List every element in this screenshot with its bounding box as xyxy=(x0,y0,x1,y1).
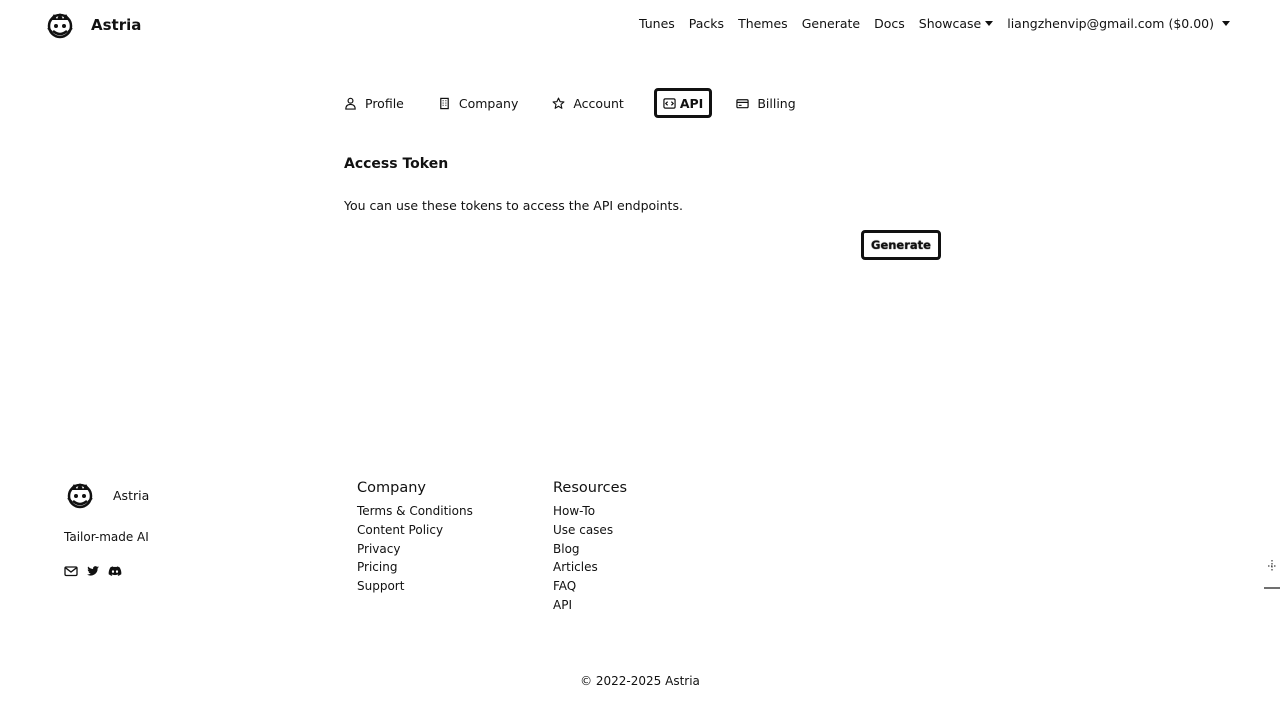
footer-link-how-to[interactable]: How-To xyxy=(553,502,627,521)
brand-link[interactable]: Astria xyxy=(44,10,141,40)
copyright: © 2022-2025 Astria xyxy=(580,674,700,688)
footer-resources-column: Resources How-To Use cases Blog Articles… xyxy=(553,480,627,615)
tab-company[interactable]: Company xyxy=(434,88,522,118)
navbar: Astria Tunes Packs Themes Generate Docs … xyxy=(0,0,1280,46)
nav-showcase-label: Showcase xyxy=(918,16,982,31)
chevron-down-icon xyxy=(1222,21,1230,26)
footer-brand-link[interactable]: Astria xyxy=(64,480,149,510)
social-links xyxy=(64,564,130,578)
tab-api-label: API xyxy=(679,95,704,111)
twitter-icon[interactable] xyxy=(86,564,100,578)
astria-logo-icon xyxy=(44,10,76,40)
footer-link-support[interactable]: Support xyxy=(357,577,473,596)
footer: Astria Tailor-made AI Company Terms & Co… xyxy=(0,476,1280,704)
discord-icon[interactable] xyxy=(108,564,122,578)
nav-themes[interactable]: Themes xyxy=(738,16,788,31)
footer-link-privacy[interactable]: Privacy xyxy=(357,540,473,559)
tab-billing[interactable]: Billing xyxy=(732,88,799,118)
tab-profile-label: Profile xyxy=(365,95,404,111)
mail-icon[interactable] xyxy=(64,564,78,578)
account-dropdown[interactable]: liangzhenvip@gmail.com ($0.00) xyxy=(1007,16,1230,31)
footer-company-column: Company Terms & Conditions Content Polic… xyxy=(357,480,473,596)
footer-company-heading: Company xyxy=(357,480,426,496)
page: Astria Tunes Packs Themes Generate Docs … xyxy=(0,0,1280,704)
footer-link-pricing[interactable]: Pricing xyxy=(357,558,473,577)
footer-link-terms[interactable]: Terms & Conditions xyxy=(357,502,473,521)
nav-tunes[interactable]: Tunes xyxy=(639,16,675,31)
nav-packs[interactable]: Packs xyxy=(689,16,724,31)
footer-tagline: Tailor-made AI xyxy=(64,530,149,544)
settings-tabs: Profile Company Account API Billing xyxy=(340,88,826,118)
section-description: You can use these tokens to access the A… xyxy=(344,198,683,213)
brand-name: Astria xyxy=(91,16,142,34)
credit-card-icon xyxy=(736,98,750,108)
astria-logo-icon xyxy=(64,480,96,510)
tab-account-label: Account xyxy=(573,95,624,111)
chevron-down-icon xyxy=(985,21,994,26)
access-token-section: Access Token You can use these tokens to… xyxy=(344,156,944,260)
nav-docs[interactable]: Docs xyxy=(874,16,905,31)
building-icon xyxy=(440,97,449,109)
nav-showcase-dropdown[interactable]: Showcase xyxy=(918,16,994,31)
main-nav: Tunes Packs Themes Generate Docs Showcas… xyxy=(639,16,1230,31)
nav-generate[interactable]: Generate xyxy=(802,16,860,31)
user-icon xyxy=(345,97,356,110)
footer-link-blog[interactable]: Blog xyxy=(553,540,627,559)
chat-widget-icon[interactable] xyxy=(1262,558,1280,590)
section-title: Access Token xyxy=(344,156,449,172)
account-email-label: liangzhenvip@gmail.com ($0.00) xyxy=(1007,16,1214,31)
tab-profile[interactable]: Profile xyxy=(340,88,408,118)
tab-api[interactable]: API xyxy=(653,88,713,118)
footer-brand-name: Astria xyxy=(113,487,150,503)
code-icon xyxy=(663,97,676,109)
generate-token-button[interactable]: Generate xyxy=(861,230,941,260)
star-icon xyxy=(552,97,565,109)
tab-billing-label: Billing xyxy=(757,95,796,111)
footer-resources-heading: Resources xyxy=(553,480,628,496)
tab-account[interactable]: Account xyxy=(548,88,627,118)
footer-link-faq[interactable]: FAQ xyxy=(553,577,627,596)
footer-link-use-cases[interactable]: Use cases xyxy=(553,521,627,540)
footer-link-content-policy[interactable]: Content Policy xyxy=(357,521,473,540)
footer-link-api[interactable]: API xyxy=(553,596,627,615)
footer-link-articles[interactable]: Articles xyxy=(553,558,627,577)
tab-company-label: Company xyxy=(458,95,519,111)
